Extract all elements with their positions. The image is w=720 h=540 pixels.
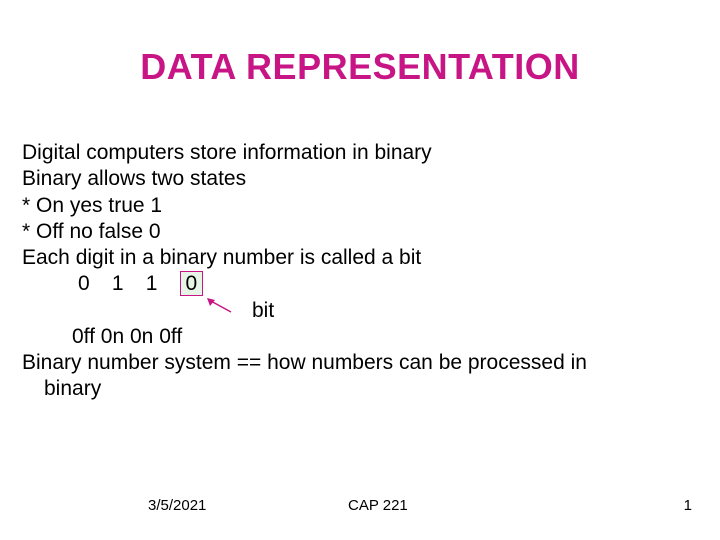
bit-3: 1 [146, 271, 174, 297]
footer-date: 3/5/2021 [148, 497, 206, 514]
closing-line-b: binary [22, 376, 700, 402]
slide-title: DATA REPRESENTATION [0, 46, 720, 88]
body-line-1: Digital computers store information in b… [22, 140, 700, 166]
bit-4-highlight: 0 [180, 271, 204, 296]
body-line-5: Each digit in a binary number is called … [22, 245, 700, 271]
bit-label: bit [22, 298, 700, 324]
bit-2: 1 [112, 271, 140, 297]
bit-1: 0 [78, 271, 106, 297]
body-line-2: Binary allows two states [22, 166, 700, 192]
footer-course: CAP 221 [348, 497, 408, 514]
closing-line-a: Binary number system == how numbers can … [22, 350, 700, 376]
slide-body: Digital computers store information in b… [22, 140, 700, 403]
bits-row: 0 1 1 0 [22, 271, 700, 297]
body-line-4: * Off no false 0 [22, 219, 700, 245]
onoff-row: 0ff 0n 0n 0ff [22, 324, 700, 350]
body-line-3: * On yes true 1 [22, 193, 700, 219]
slide: DATA REPRESENTATION Digital computers st… [0, 0, 720, 540]
footer-page: 1 [684, 497, 692, 514]
